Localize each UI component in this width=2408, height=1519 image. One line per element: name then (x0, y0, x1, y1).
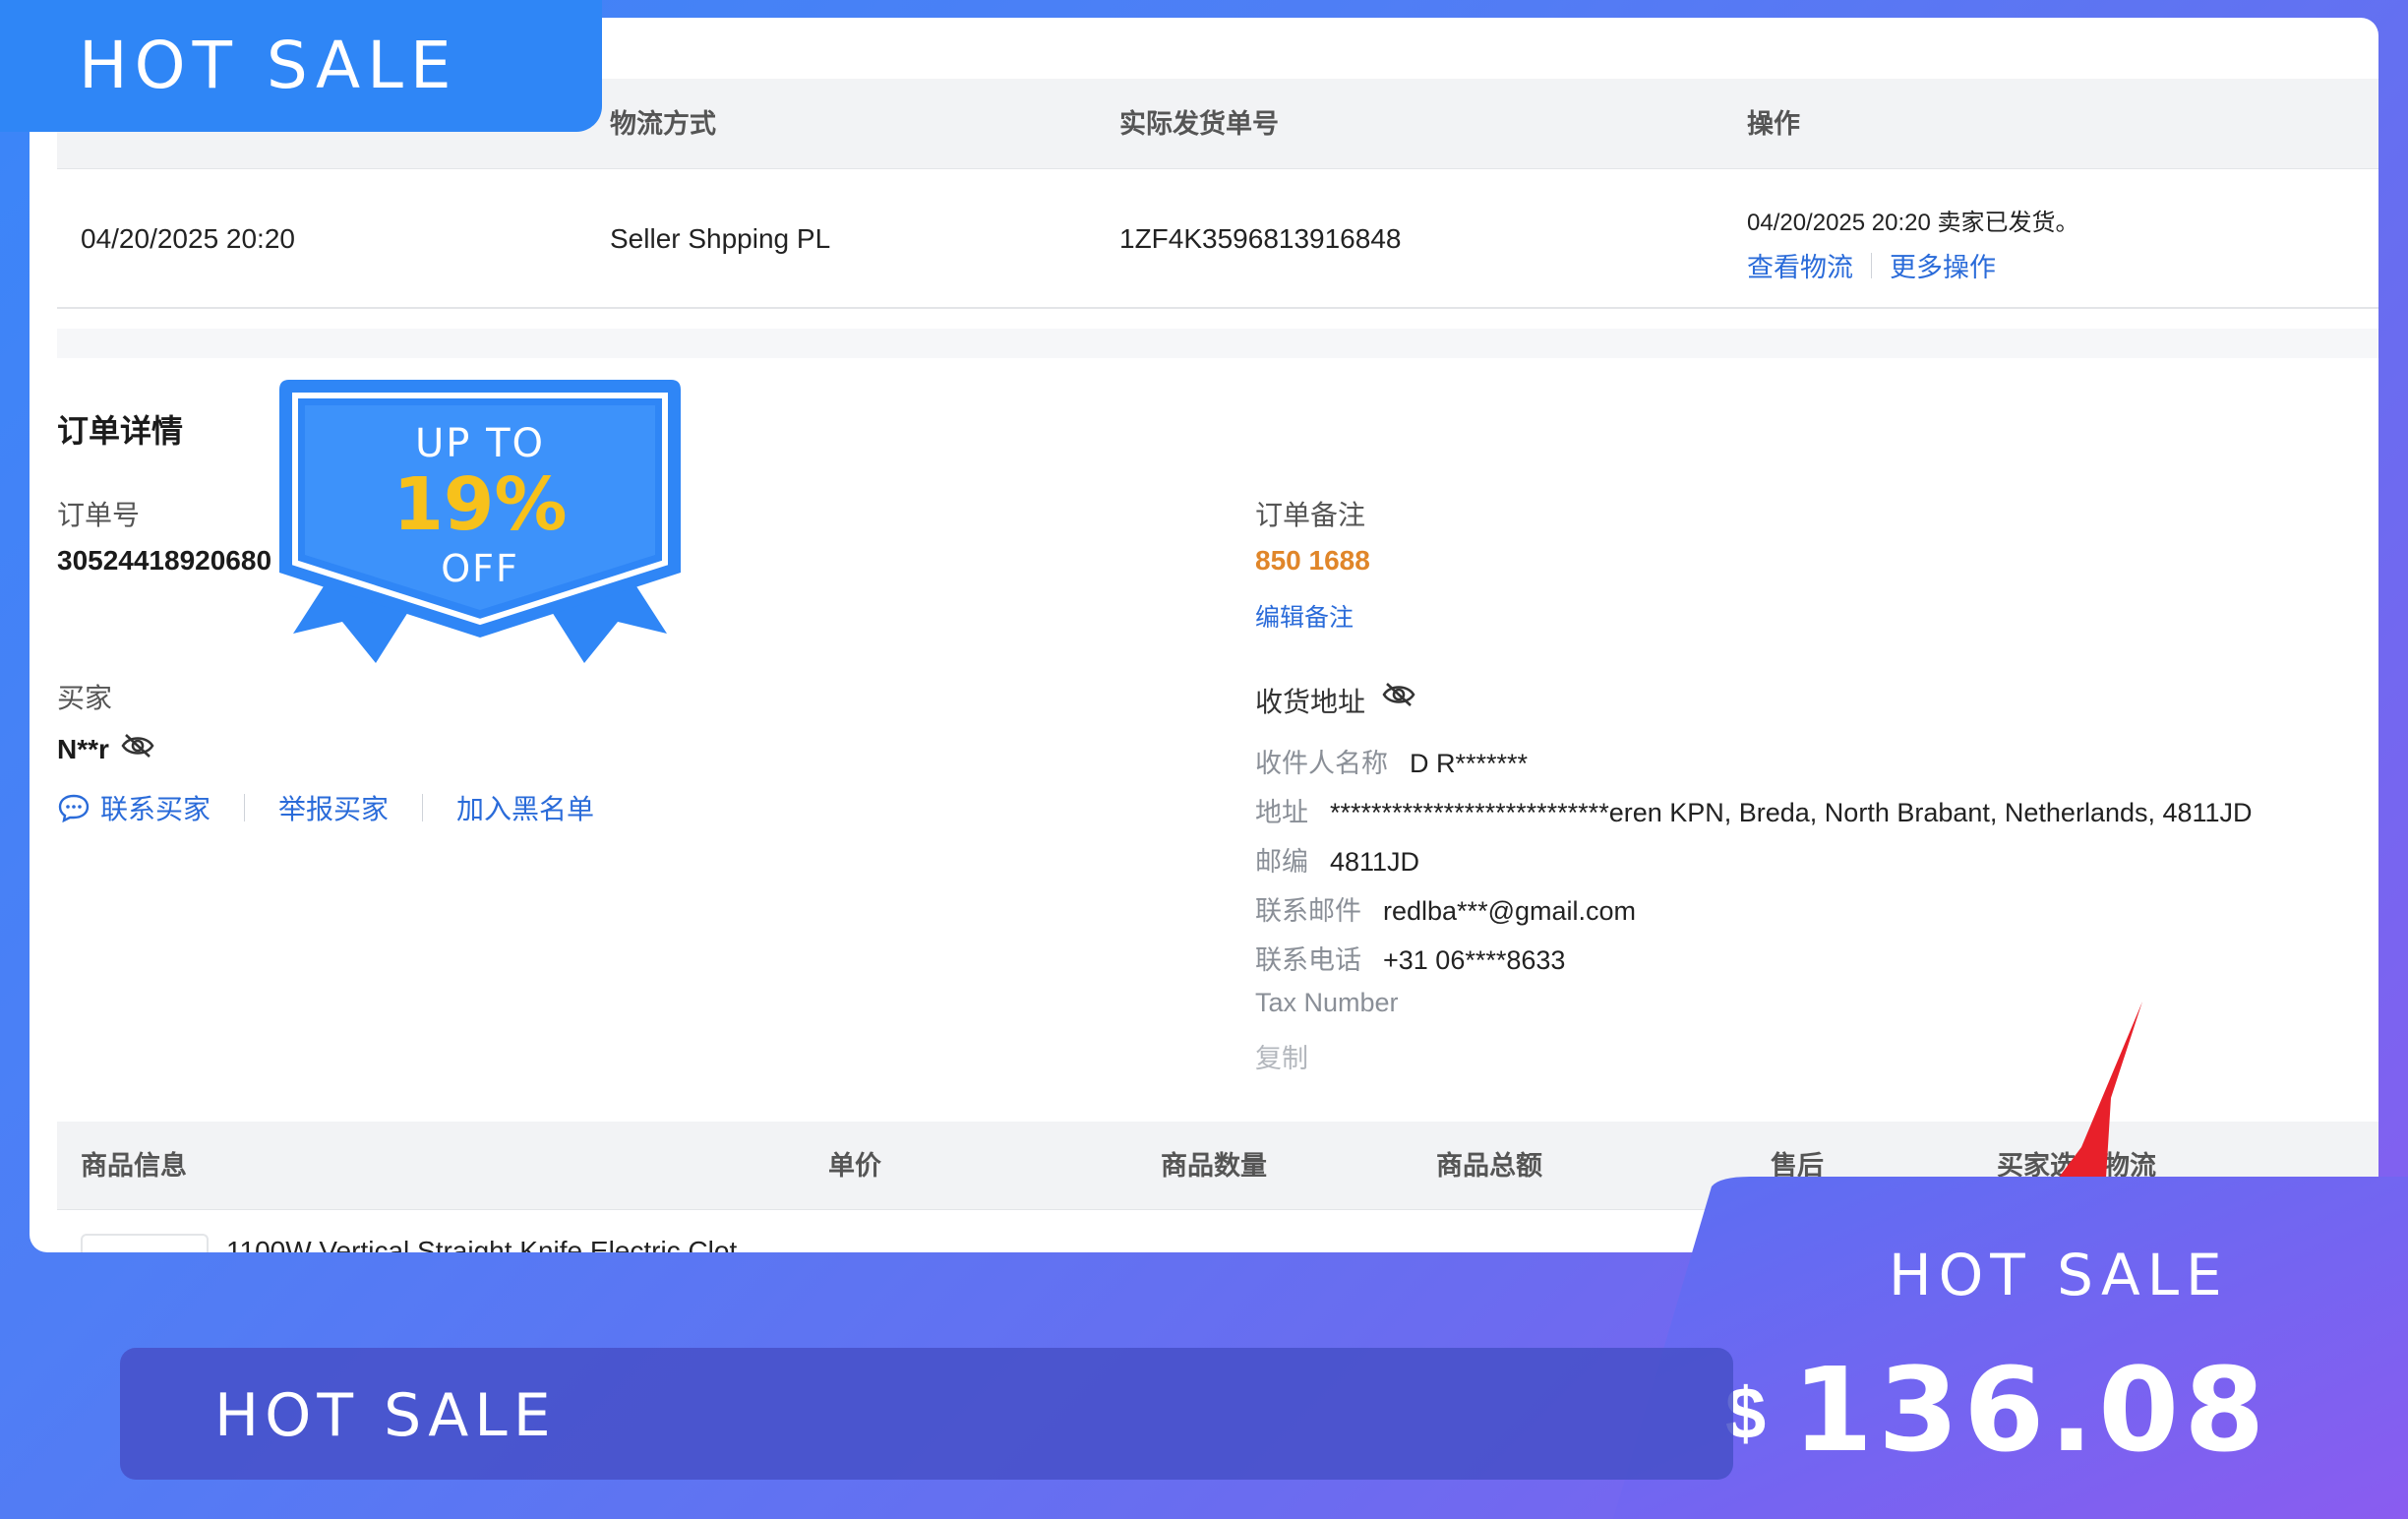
buyer-label: 买家 (57, 683, 113, 713)
divider (1871, 252, 1872, 278)
email-label: 联系邮件 (1255, 896, 1361, 926)
hot-sale-top-banner: HOT SALE (0, 0, 602, 132)
ship-time: 04/20/2025 20:20 (81, 223, 295, 254)
hot-sale-bottom-banner: HOT SALE (120, 1348, 1733, 1480)
postcode-value: 4811JD (1330, 847, 1420, 877)
shipping-table-row: 04/20/2025 20:20 Seller Shpping PL 1ZF4K… (57, 169, 2378, 309)
address-value: ***************************eren KPN, Bre… (1330, 798, 2253, 827)
header-total: 商品总额 (1436, 1151, 1542, 1181)
chat-bubble-icon (58, 794, 90, 822)
section-gap (57, 329, 2378, 358)
view-logistics-link[interactable]: 查看物流 (1747, 246, 1853, 284)
tax-number-label: Tax Number (1255, 988, 1399, 1017)
product-thumbnail[interactable] (81, 1234, 209, 1252)
divider (422, 794, 424, 821)
report-buyer-link[interactable]: 举报买家 (278, 788, 389, 827)
header-operation: 操作 (1747, 109, 1800, 139)
hot-sale-bottom-text: HOT SALE (214, 1381, 557, 1450)
postcode-row: 邮编 4811JD (1255, 840, 1419, 879)
tracking-number: 1ZF4K3596813916848 (1119, 223, 1402, 254)
red-pointer-arrow-icon (2052, 1002, 2142, 1194)
buyer-name: N**r (57, 734, 109, 764)
recipient-name-row: 收件人名称 D R******* (1255, 742, 1528, 780)
phone-label: 联系电话 (1255, 945, 1361, 975)
header-quantity: 商品数量 (1161, 1151, 1267, 1181)
email-value: redlba***@gmail.com (1383, 896, 1637, 926)
header-goods-info: 商品信息 (81, 1151, 187, 1181)
recipient-name: D R******* (1410, 749, 1529, 778)
order-note-label: 订单备注 (1255, 500, 1366, 530)
hot-sale-top-text: HOT SALE (79, 28, 458, 103)
order-number-label: 订单号 (57, 500, 141, 530)
copy-link[interactable]: 复制 (1255, 1037, 1308, 1075)
product-name[interactable]: 1100W Vertical Straight Knife Electric C… (226, 1236, 737, 1252)
edit-note-link[interactable]: 编辑备注 (1255, 598, 1354, 634)
order-detail-title: 订单详情 (57, 413, 184, 449)
divider (244, 794, 246, 821)
price-value: 136.08 (1792, 1342, 2270, 1478)
price-hot-sale-text: HOT SALE (1889, 1242, 2229, 1308)
badge-percent-text: 19% (392, 462, 568, 547)
contact-buyer-link[interactable]: 联系买家 (100, 788, 211, 827)
order-note-value: 850 1688 (1255, 545, 1370, 576)
phone-row: 联系电话 +31 06****8633 (1255, 939, 1565, 977)
buyer-action-links: 联系买家 举报买家 加入黑名单 (57, 788, 594, 827)
add-blacklist-link[interactable]: 加入黑名单 (456, 788, 594, 827)
recipient-name-label: 收件人名称 (1255, 749, 1388, 778)
ship-operation-links: 查看物流 更多操作 (1747, 246, 1996, 284)
badge-off-text: OFF (441, 547, 519, 590)
postcode-label: 邮编 (1255, 847, 1308, 877)
hidden-eye-icon[interactable] (1381, 681, 1416, 708)
header-shipping-method: 物流方式 (610, 109, 716, 139)
address-row: 地址 ***************************eren KPN, B… (1255, 791, 2253, 829)
ship-method: Seller Shpping PL (610, 223, 831, 254)
header-tracking-number: 实际发货单号 (1119, 109, 1279, 139)
header-unit-price: 单价 (828, 1151, 881, 1181)
badge-up-to-text: UP TO (414, 421, 546, 466)
order-number: 30524418920680 (57, 545, 272, 576)
more-actions-link[interactable]: 更多操作 (1890, 246, 1996, 284)
address-label: 地址 (1255, 798, 1308, 827)
email-row: 联系邮件 redlba***@gmail.com (1255, 889, 1636, 928)
ship-status-text: 04/20/2025 20:20 卖家已发货。 (1747, 210, 2079, 236)
shipping-address-label: 收货地址 (1255, 687, 1366, 717)
hidden-eye-icon[interactable] (120, 732, 155, 760)
phone-value: +31 06****8633 (1383, 945, 1566, 975)
